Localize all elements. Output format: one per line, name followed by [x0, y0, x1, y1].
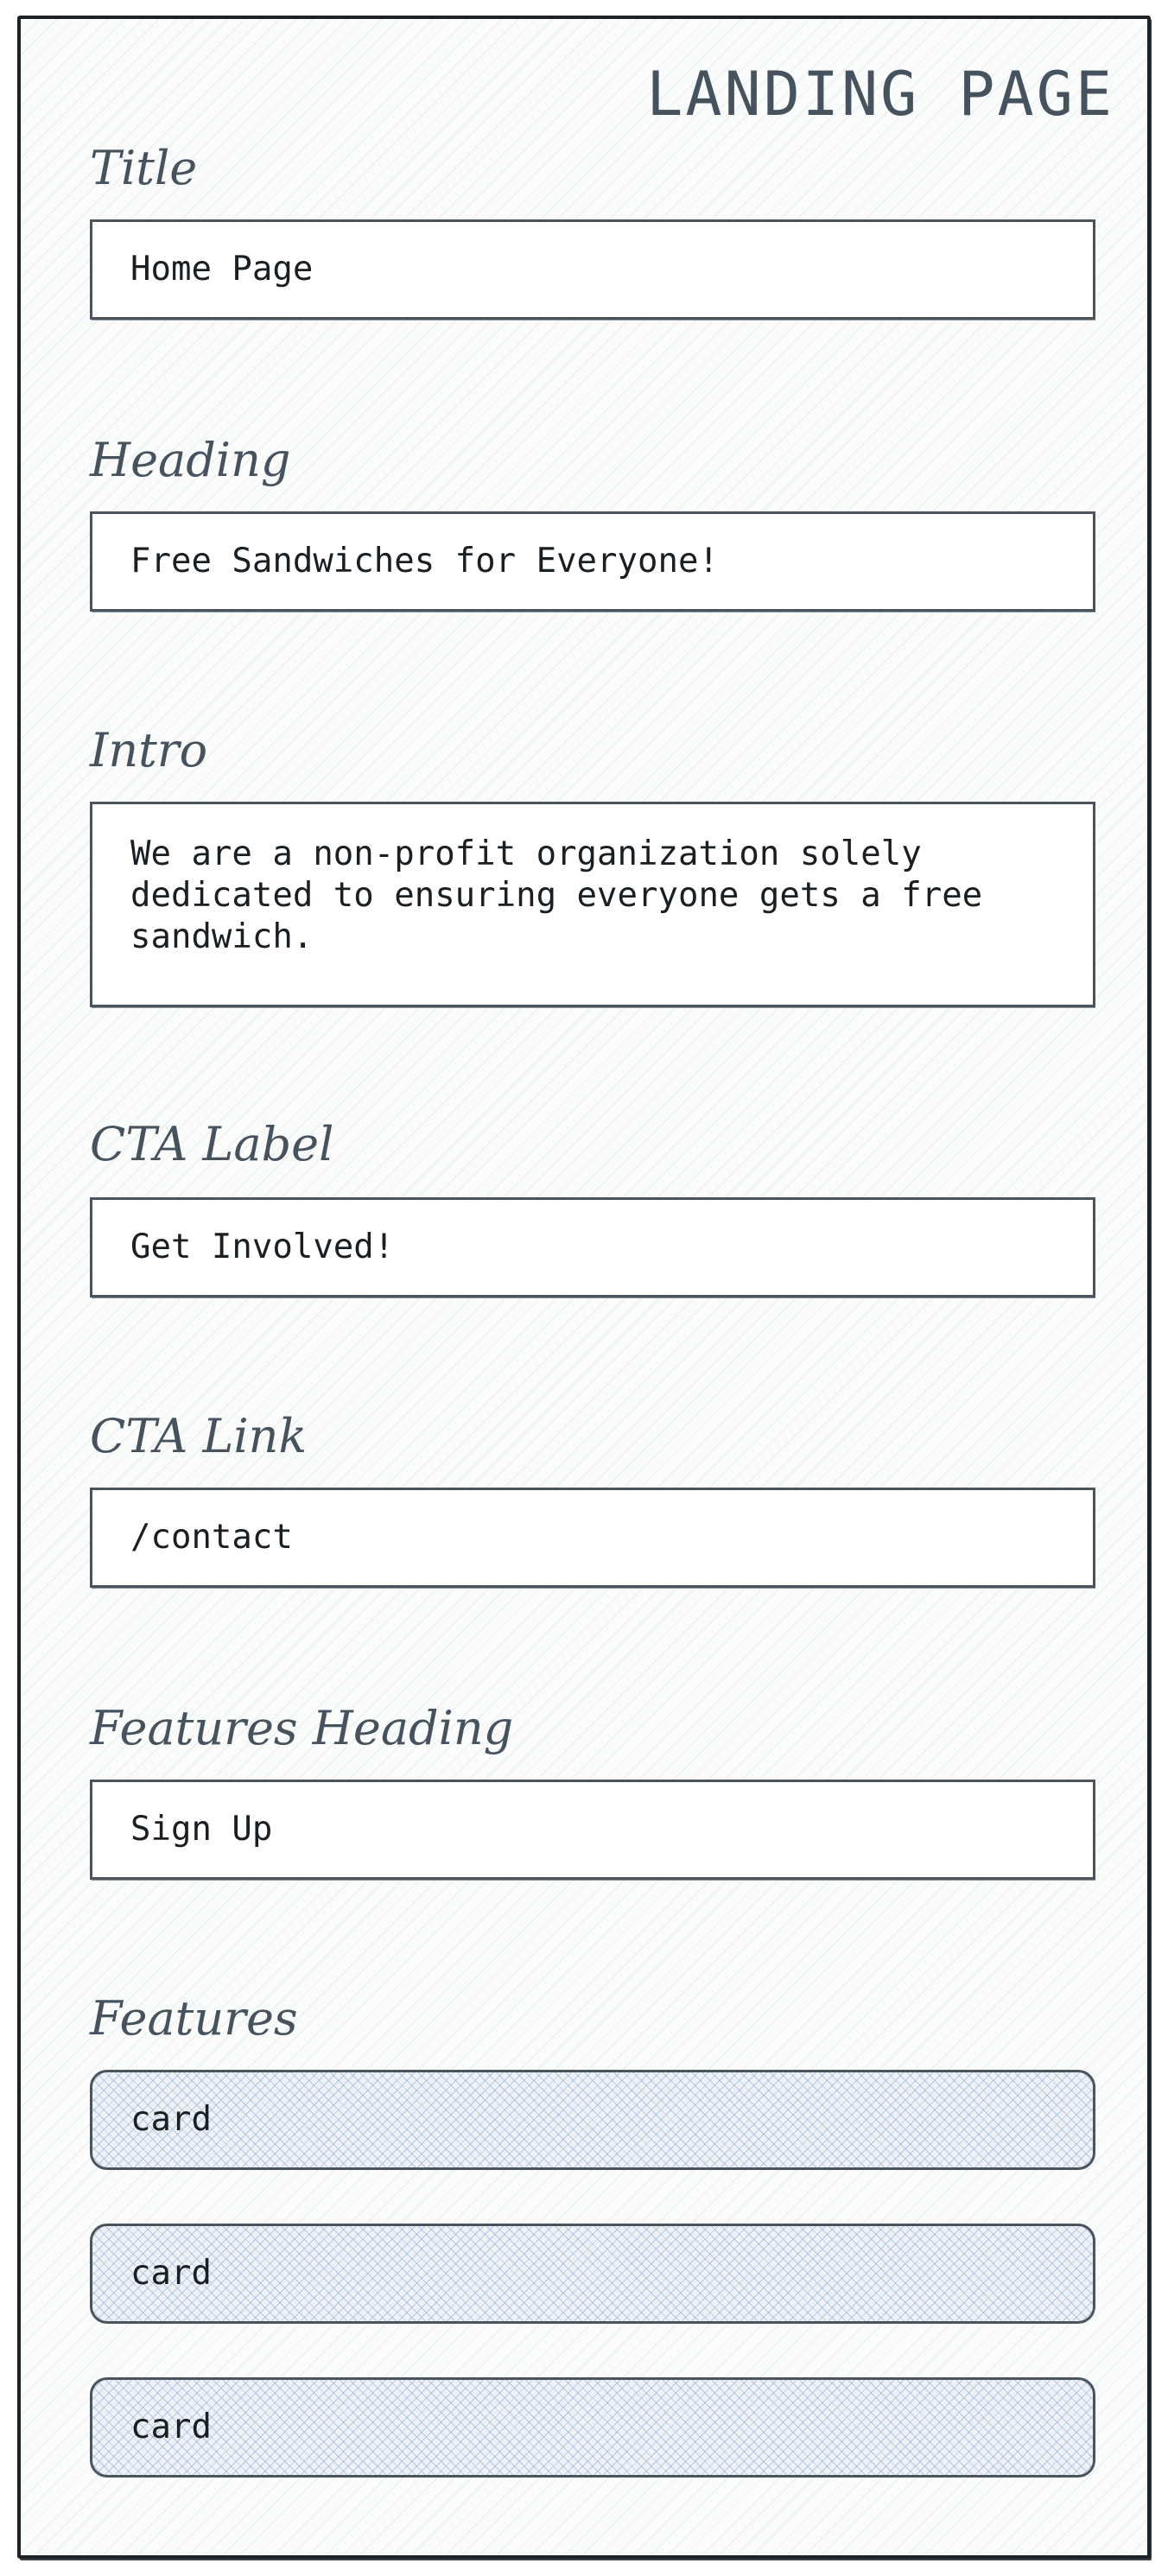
- page-title: LANDING PAGE: [646, 59, 1114, 130]
- features-heading-label: Features Heading: [90, 1701, 514, 1755]
- intro-label: Intro: [90, 723, 208, 777]
- cta-label-field[interactable]: Get Involved!: [90, 1197, 1095, 1298]
- intro-textarea[interactable]: We are a non-profit organization solely …: [90, 802, 1095, 1007]
- heading-label: Heading: [90, 433, 291, 487]
- cta-label-label: CTA Label: [90, 1117, 334, 1171]
- heading-field[interactable]: Free Sandwiches for Everyone!: [90, 511, 1095, 612]
- features-label: Features: [90, 1991, 298, 2046]
- landing-page-form: LANDING PAGE Title Home Page Heading Fre…: [17, 16, 1151, 2559]
- feature-card[interactable]: card: [90, 2070, 1095, 2170]
- cta-link-label: CTA Link: [90, 1409, 308, 1463]
- title-label: Title: [90, 141, 198, 195]
- title-field[interactable]: Home Page: [90, 219, 1095, 320]
- features-heading-field[interactable]: Sign Up: [90, 1780, 1095, 1880]
- cta-link-field[interactable]: /contact: [90, 1488, 1095, 1588]
- feature-card[interactable]: card: [90, 2377, 1095, 2478]
- feature-card[interactable]: card: [90, 2224, 1095, 2324]
